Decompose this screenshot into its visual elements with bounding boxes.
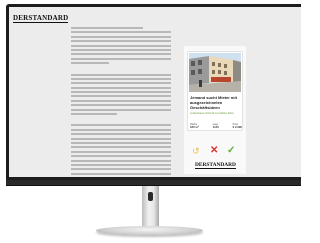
text-line [71, 86, 171, 89]
text-line [71, 155, 171, 158]
text-line [71, 168, 171, 171]
text-line [71, 27, 143, 29]
text-line [71, 99, 171, 102]
text-line [71, 141, 171, 144]
text-line [71, 163, 171, 166]
stat-location: Lage 1140 [213, 123, 219, 129]
text-line [71, 44, 171, 47]
ad-actions: ↺ ✕ ✓ [192, 145, 240, 157]
ad-brand-logo[interactable]: DERSTANDARD [195, 162, 236, 169]
cable-hole [148, 192, 153, 201]
text-line [71, 40, 171, 43]
stat-value: 1140 [212, 125, 219, 129]
ad-title: Jemand sucht Mieter mit ausgezeichneten … [190, 95, 237, 110]
text-line [71, 62, 109, 65]
site-logo[interactable]: DERSTANDARD [13, 14, 69, 23]
stat-value: 180 m² [190, 125, 199, 129]
text-line [71, 150, 171, 153]
text-line [71, 31, 171, 34]
article-body [71, 27, 171, 177]
ad-stats: Fläche 180 m² Lage 1140 Preis € 2.390 [190, 123, 242, 129]
text-line [71, 91, 171, 94]
monitor-stand-base [96, 226, 203, 235]
monitor-scene: DERSTANDARD Jemand sucht Mieter mit ausg… [0, 0, 301, 243]
text-line [71, 146, 171, 149]
text-line [71, 172, 171, 175]
stat-price: Preis € 2.390 [233, 123, 242, 129]
text-line [71, 77, 171, 80]
text-line [71, 133, 171, 136]
text-line [71, 104, 171, 107]
text-line [71, 108, 171, 111]
text-line [71, 137, 171, 140]
text-line [71, 128, 171, 131]
ad-subtitle: Lindenbauer-Schmid Immobilien Wien [190, 112, 234, 115]
cross-icon[interactable]: ✕ [210, 145, 218, 157]
ad-card[interactable]: Jemand sucht Mieter mit ausgezeichneten … [187, 51, 243, 131]
text-line [71, 113, 117, 116]
text-line [71, 73, 171, 76]
text-line [71, 48, 171, 51]
monitor-screen: DERSTANDARD Jemand sucht Mieter mit ausg… [9, 7, 301, 177]
text-line [71, 57, 171, 60]
ad-panel: Jemand sucht Mieter mit ausgezeichneten … [184, 46, 246, 174]
text-line [71, 35, 171, 38]
stat-value: € 2.390 [232, 125, 242, 129]
property-photo [189, 53, 241, 92]
text-line [71, 82, 171, 85]
undo-icon[interactable]: ↺ [192, 145, 200, 157]
text-line [71, 53, 171, 56]
text-line [71, 95, 171, 98]
check-icon[interactable]: ✓ [227, 145, 235, 157]
street-building-image [189, 53, 241, 92]
text-line [71, 159, 171, 162]
text-line [71, 124, 171, 127]
stat-area: Fläche 180 m² [190, 123, 199, 129]
